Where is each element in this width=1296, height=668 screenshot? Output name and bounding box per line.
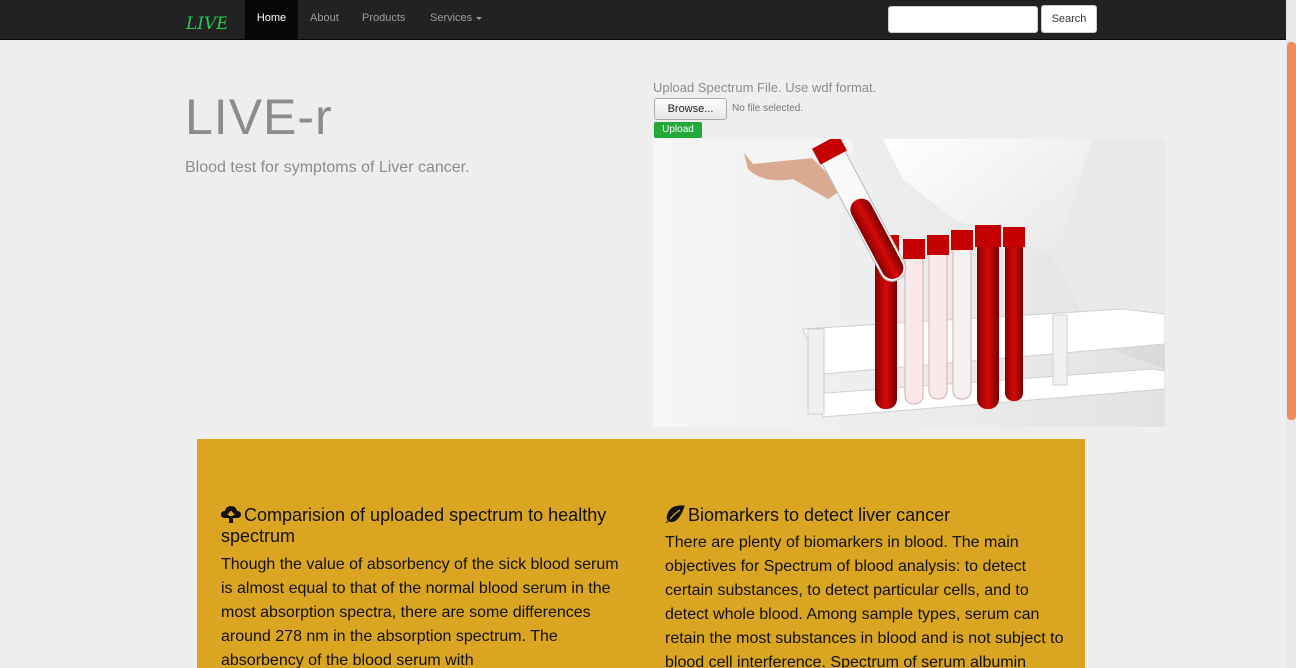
leaf-icon	[665, 505, 685, 524]
blood-test-tubes-image	[653, 139, 1165, 427]
lab-photo	[653, 139, 1165, 427]
search-button[interactable]: Search	[1041, 5, 1097, 33]
nav-home[interactable]: Home	[245, 0, 298, 39]
upload-button[interactable]: Upload	[654, 122, 702, 138]
nav-services[interactable]: Services	[430, 0, 483, 39]
info-panel: Comparision of uploaded spectrum to heal…	[197, 439, 1085, 668]
page-subtitle: Blood test for symptoms of Liver cancer.	[185, 159, 470, 176]
nav-services-label: Services	[430, 12, 473, 24]
nav-about[interactable]: About	[310, 0, 339, 39]
page-title: LIVE-r	[185, 89, 333, 145]
cloud-upload-icon	[221, 506, 241, 523]
nav-products[interactable]: Products	[362, 0, 405, 39]
section-heading: Comparision of uploaded spectrum to heal…	[221, 505, 621, 547]
section-heading-text: Comparision of uploaded spectrum to heal…	[221, 505, 607, 546]
browse-button[interactable]: Browse...	[654, 98, 727, 120]
caret-down-icon	[476, 16, 483, 20]
section-heading: Biomarkers to detect liver cancer	[665, 505, 1065, 526]
section-biomarkers: Biomarkers to detect liver cancer There …	[665, 505, 1065, 668]
file-status: No file selected.	[732, 103, 804, 114]
scrollbar-thumb[interactable]	[1287, 42, 1296, 420]
section-spectrum-comparison: Comparision of uploaded spectrum to heal…	[221, 505, 621, 668]
section-body: Though the value of absorbency of the si…	[221, 556, 619, 668]
search-input[interactable]	[888, 6, 1038, 33]
navbar: LIVE-r Home About Products Services Sear…	[0, 0, 1286, 40]
brand-logo[interactable]: LIVE-r	[185, 8, 227, 34]
section-body: There are plenty of biomarkers in blood.…	[665, 534, 1064, 668]
svg-text:LIVE-r: LIVE-r	[185, 14, 227, 34]
section-heading-text: Biomarkers to detect liver cancer	[688, 505, 951, 525]
upload-label: Upload Spectrum File. Use wdf format.	[653, 80, 877, 95]
